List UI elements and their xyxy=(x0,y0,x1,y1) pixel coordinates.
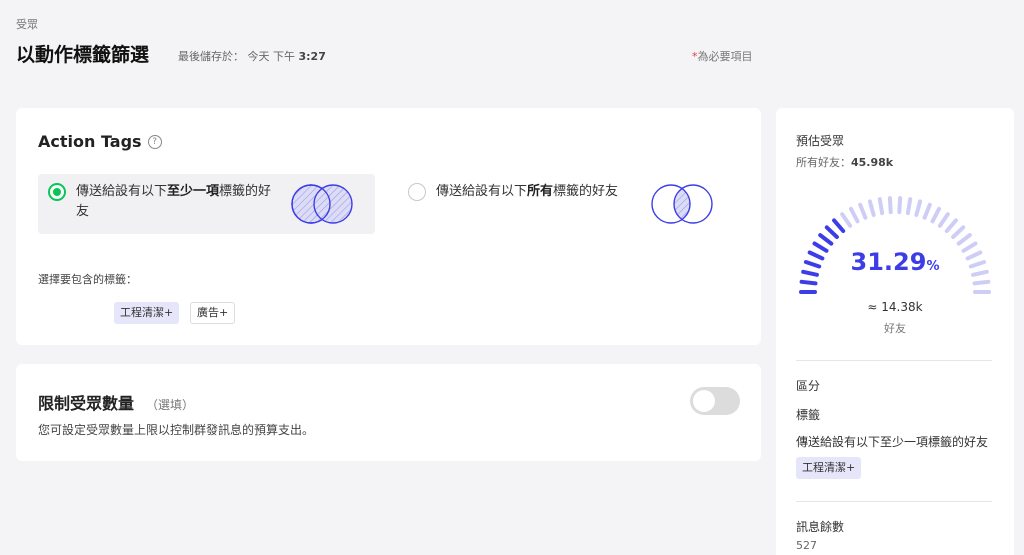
required-note: *為必要項目 xyxy=(692,48,753,64)
limit-description: 您可設定受眾數量上限以控制群發訊息的預算支出。 xyxy=(38,423,315,437)
segment-title: 區分 xyxy=(796,379,821,393)
option-2-post: 標籤的好友 xyxy=(553,184,619,199)
divider xyxy=(796,501,992,502)
toggle-knob xyxy=(693,390,715,412)
option-at-least-one-label: 傳送給設有以下至少一項標籤的好友 xyxy=(76,182,272,222)
gauge-tick-inactive xyxy=(914,199,923,217)
limit-title: 限制受眾數量 （選填） xyxy=(38,390,194,414)
limit-audience-card: 限制受眾數量 （選填） 您可設定受眾數量上限以控制群發訊息的預算支出。 xyxy=(16,364,761,461)
tag-condition: 傳送給設有以下至少一項標籤的好友 xyxy=(796,435,989,449)
estimate-title: 預估受眾 xyxy=(796,134,845,148)
gauge-tick-inactive xyxy=(849,206,860,224)
gauge-tick-inactive xyxy=(867,199,876,217)
save-status: 最後儲存於： 今天 下午 3:27 xyxy=(178,48,326,64)
gauge-tick-inactive xyxy=(972,279,991,286)
all-friends: 所有好友：45.98k xyxy=(796,154,893,170)
tag-chip[interactable]: 廣告+ xyxy=(190,302,236,324)
option-1-bold: 至少一項 xyxy=(167,184,220,199)
option-all-tags-label: 傳送給設有以下所有標籤的好友 xyxy=(436,182,632,202)
message-count-value: 527 xyxy=(796,539,817,552)
gauge-percent-unit: % xyxy=(926,259,940,274)
optional-label: （選填） xyxy=(146,398,195,412)
gauge-tick-active xyxy=(818,233,834,246)
option-2-pre: 傳送給設有以下 xyxy=(436,184,528,199)
estimate-panel: 預估受眾 所有好友：45.98k 31.29% ≈ 14.38k 好友 區分 標… xyxy=(776,108,1014,555)
option-at-least-one[interactable]: 傳送給設有以下至少一項標籤的好友 xyxy=(38,174,375,234)
radio-all-tags[interactable] xyxy=(408,183,426,201)
all-friends-label: 所有好友： xyxy=(796,156,851,169)
gauge-tick-inactive xyxy=(840,212,853,228)
required-text: 為必要項目 xyxy=(697,50,753,63)
limit-toggle[interactable] xyxy=(690,387,740,415)
help-icon[interactable]: ? xyxy=(147,134,162,149)
gauge-tick-active xyxy=(832,218,846,233)
option-2-bold: 所有 xyxy=(527,184,554,199)
action-tags-title-text: Action Tags xyxy=(38,132,142,151)
venn-intersection-icon xyxy=(651,184,713,224)
venn-union-icon xyxy=(291,184,353,224)
tag-label: 標籤 xyxy=(796,408,821,422)
divider xyxy=(796,360,992,361)
action-tags-title: Action Tags ? xyxy=(38,132,162,151)
gauge-count-unit: 好友 xyxy=(884,322,906,335)
save-status-day: 今天 下午 xyxy=(247,50,296,63)
gauge-tick-inactive xyxy=(897,196,903,215)
gauge-tick-inactive xyxy=(922,202,932,220)
gauge-tick-active xyxy=(799,279,818,286)
message-count-label: 訊息餘數 xyxy=(796,520,845,534)
gauge-tick-inactive xyxy=(905,197,913,216)
gauge-percent: 31.29% xyxy=(776,248,1014,276)
gauge-approx-count: ≈ 14.38k xyxy=(867,300,923,314)
page-title: 以動作標籤篩選 xyxy=(16,44,150,66)
breadcrumb[interactable]: 受眾 xyxy=(16,16,38,32)
gauge-tick-inactive xyxy=(937,212,950,228)
all-friends-value: 45.98k xyxy=(851,156,894,169)
gauge-tick-inactive xyxy=(887,196,893,215)
option-1-pre: 傳送給設有以下 xyxy=(76,184,168,199)
audience-gauge xyxy=(799,196,991,294)
tag-chip[interactable]: 工程清潔+ xyxy=(114,302,180,324)
gauge-tick-inactive xyxy=(930,206,941,224)
save-status-label: 最後儲存於： xyxy=(178,50,244,63)
gauge-percent-value: 31.29 xyxy=(850,248,927,276)
radio-at-least-one[interactable] xyxy=(48,183,66,201)
option-all-tags[interactable]: 傳送給設有以下所有標籤的好友 xyxy=(398,174,738,234)
save-status-time: 3:27 xyxy=(298,50,326,63)
gauge-tick-inactive xyxy=(944,218,958,233)
gauge-tick-active xyxy=(824,225,839,239)
gauge-tick-inactive xyxy=(877,197,885,216)
action-tags-card: Action Tags ? 傳送給設有以下至少一項標籤的好友 傳送給設有以下所有… xyxy=(16,108,761,345)
gauge-tick-inactive xyxy=(858,202,868,220)
limit-title-text: 限制受眾數量 xyxy=(38,394,135,413)
gauge-tick-inactive xyxy=(951,225,966,239)
gauge-tick-inactive xyxy=(956,233,972,246)
selected-tag-chip: 工程清潔+ xyxy=(796,457,862,479)
include-tags-label: 選擇要包含的標籤： xyxy=(38,273,137,286)
